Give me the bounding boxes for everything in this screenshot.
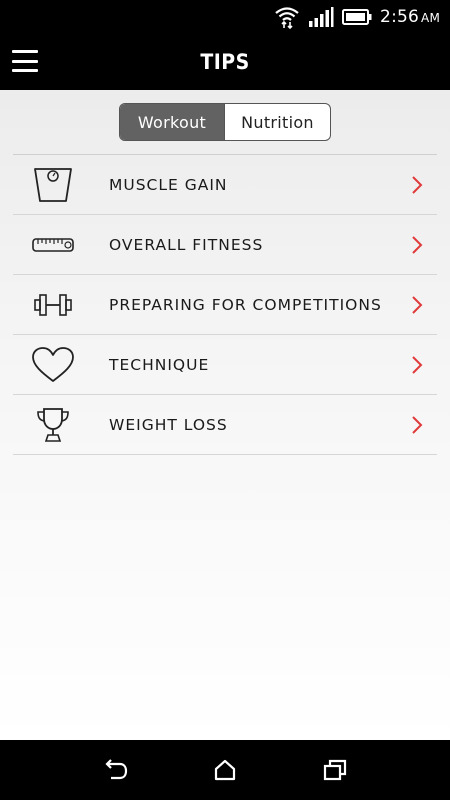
home-icon <box>214 759 236 781</box>
list-item-weight-loss[interactable]: WEIGHT LOSS <box>13 395 437 455</box>
hamburger-menu-icon[interactable] <box>12 50 38 72</box>
clock-time: 2:56 <box>380 7 420 27</box>
clock-ampm: AM <box>421 11 440 25</box>
back-icon <box>105 759 128 780</box>
chevron-right-icon <box>412 176 423 194</box>
tips-list: MUSCLE GAIN OVERALL FITNESS PREPARING FO… <box>13 154 437 455</box>
main-content: Workout Nutrition MUSCLE GAIN OVERALL FI… <box>0 90 450 740</box>
chevron-right-icon <box>412 356 423 374</box>
list-item-label: OVERALL FITNESS <box>109 235 264 254</box>
chevron-right-icon <box>412 236 423 254</box>
workout-nutrition-toggle: Workout Nutrition <box>119 103 331 141</box>
tab-workout[interactable]: Workout <box>120 104 224 140</box>
list-item-preparing-for-competitions[interactable]: PREPARING FOR COMPETITIONS <box>13 275 437 335</box>
battery-icon <box>342 9 372 25</box>
trophy-icon <box>31 405 75 445</box>
tape-measure-icon <box>31 225 75 265</box>
heart-icon <box>31 345 75 385</box>
wifi-icon <box>275 7 299 29</box>
page-title: TIPS <box>200 50 250 74</box>
home-button[interactable] <box>205 750 245 790</box>
chevron-right-icon <box>412 296 423 314</box>
status-bar: 2:56 AM <box>0 0 450 34</box>
chevron-right-icon <box>412 416 423 434</box>
recent-apps-icon <box>323 759 347 781</box>
dumbbell-icon <box>31 285 75 325</box>
scale-icon <box>31 165 75 205</box>
list-item-label: TECHNIQUE <box>109 355 210 374</box>
clock: 2:56 AM <box>380 7 440 27</box>
list-item-overall-fitness[interactable]: OVERALL FITNESS <box>13 215 437 275</box>
list-item-label: PREPARING FOR COMPETITIONS <box>109 295 382 314</box>
list-item-label: WEIGHT LOSS <box>109 415 228 434</box>
recent-apps-button[interactable] <box>315 750 355 790</box>
list-item-technique[interactable]: TECHNIQUE <box>13 335 437 395</box>
list-item-muscle-gain[interactable]: MUSCLE GAIN <box>13 155 437 215</box>
list-item-label: MUSCLE GAIN <box>109 175 228 194</box>
back-button[interactable] <box>95 750 135 790</box>
app-bar: TIPS <box>0 34 450 90</box>
tab-nutrition[interactable]: Nutrition <box>224 104 330 140</box>
signal-icon <box>309 7 334 27</box>
system-nav-bar <box>0 740 450 800</box>
